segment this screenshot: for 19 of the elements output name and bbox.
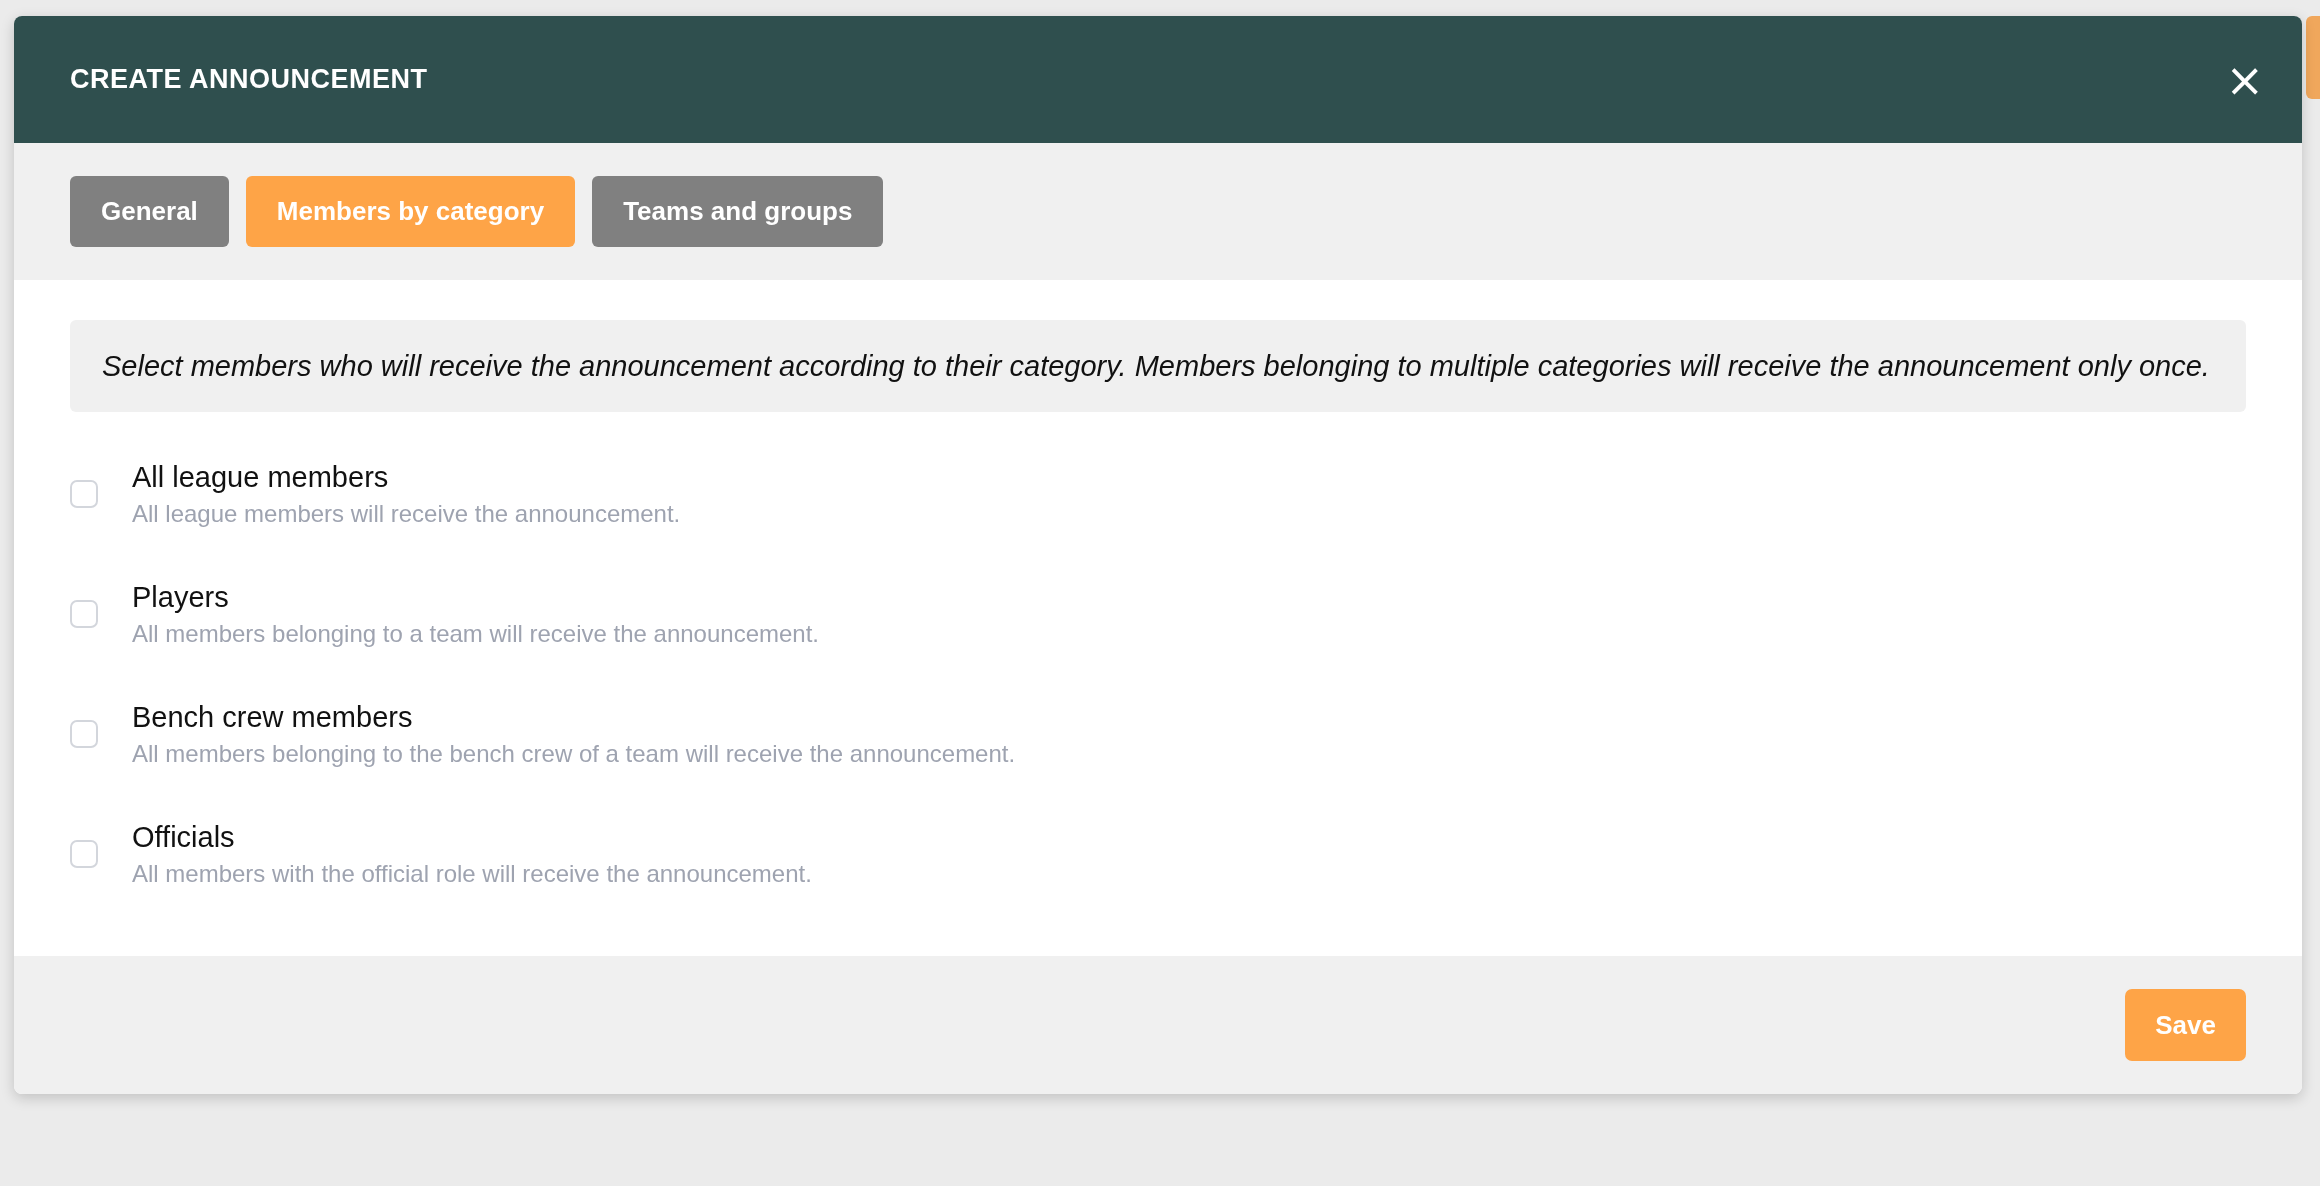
category-description: All league members will receive the announcement. (132, 499, 681, 528)
tab[interactable]: Teams and groups (592, 176, 884, 247)
close-button[interactable]: × (2225, 56, 2264, 103)
category-label: All league members (132, 460, 390, 494)
category-label: Players (132, 580, 230, 614)
info-note: Select members who will receive the announcement according to their category. Members belonging to multiple categories will receive the announcement only once. (70, 320, 2246, 412)
category-description: All members belonging to the bench crew of a team will receive the announcement. (132, 739, 1016, 768)
checkbox[interactable] (70, 720, 98, 748)
checkbox[interactable] (70, 840, 98, 868)
category-label: Officials (132, 820, 236, 854)
tab[interactable]: General (70, 176, 229, 247)
category-description: All members with the official role will receive the announcement. (132, 859, 812, 888)
category-description: All members belonging to a team will receive the announcement. (132, 619, 820, 648)
dialog-title: CREATE ANNOUNCEMENT (70, 64, 428, 95)
checkbox[interactable] (70, 600, 98, 628)
save-button[interactable]: Save (2125, 989, 2246, 1061)
tab[interactable]: Members by category (245, 176, 576, 247)
checkbox[interactable] (70, 480, 98, 508)
category-label: Bench crew members (132, 700, 414, 734)
